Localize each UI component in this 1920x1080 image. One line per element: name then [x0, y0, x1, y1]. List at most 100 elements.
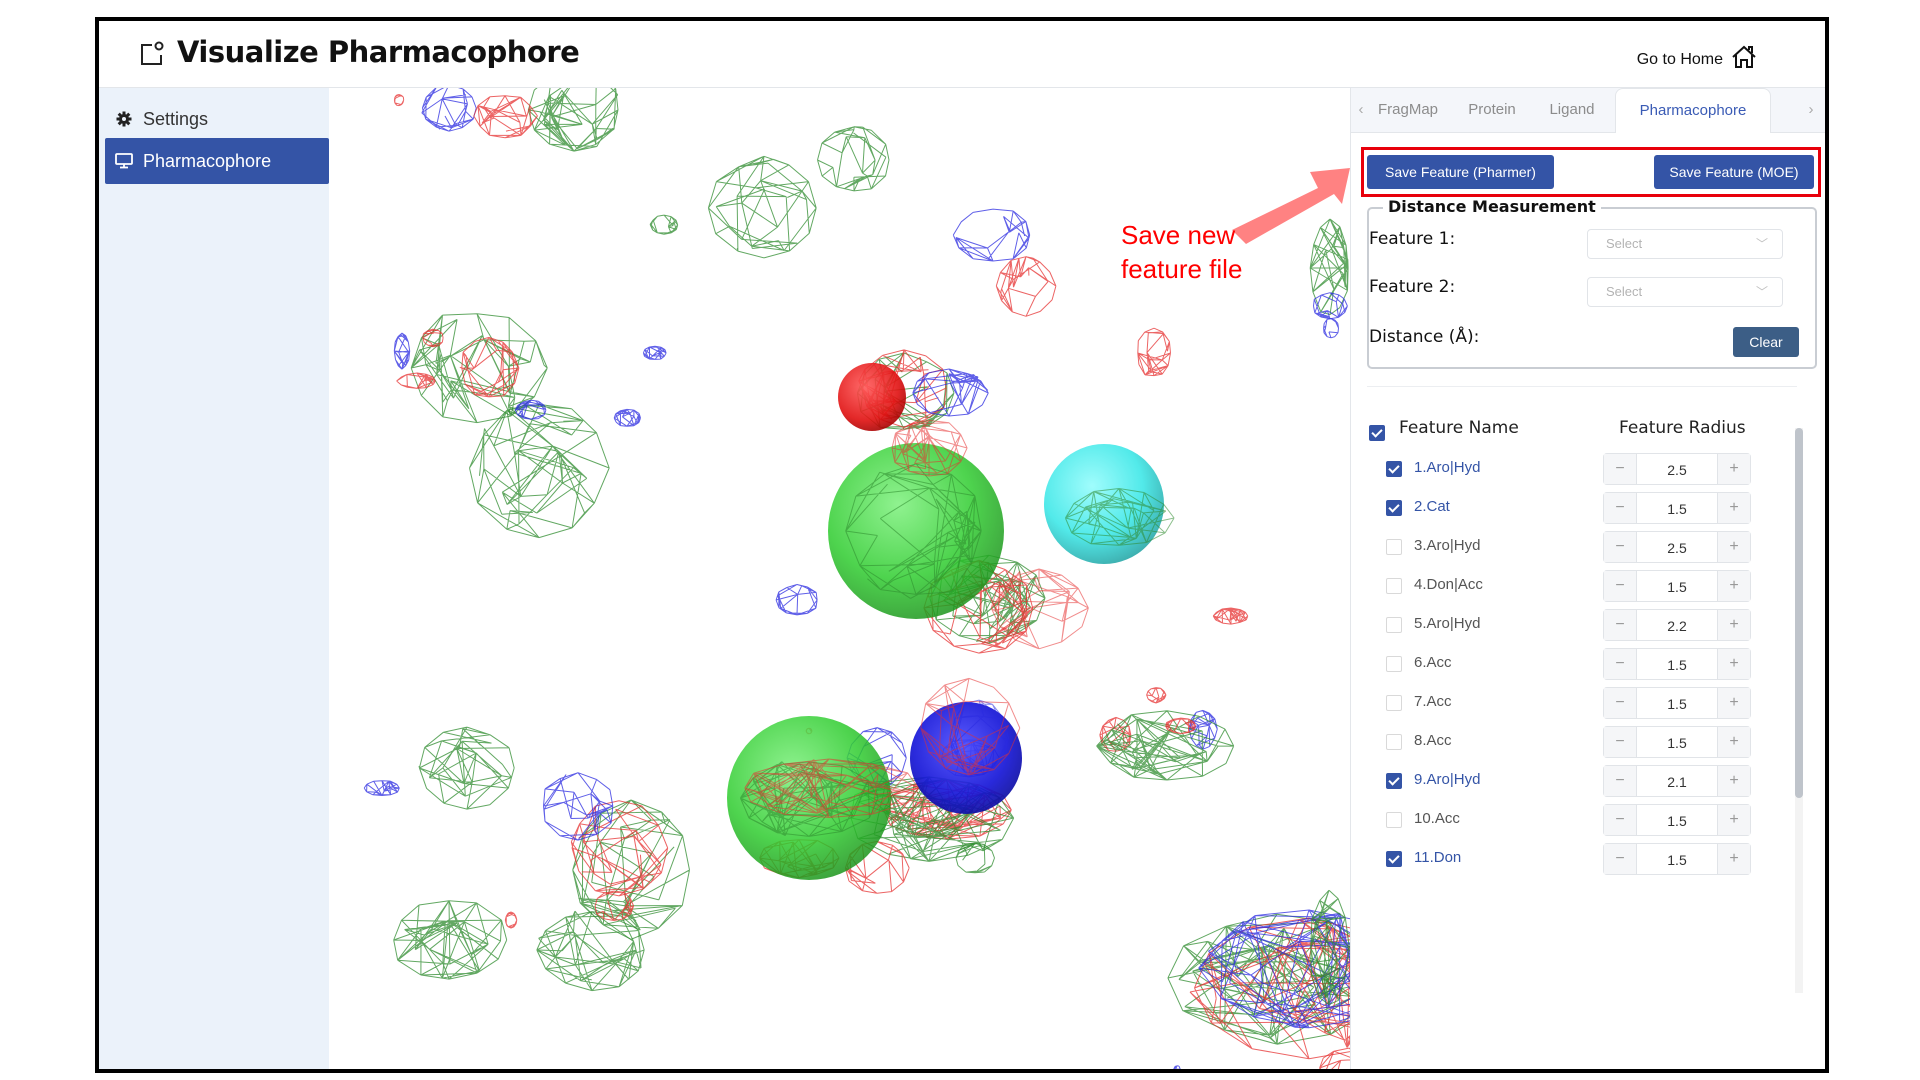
- divider: [1367, 386, 1797, 387]
- feature-radius-value[interactable]: 2.5: [1637, 532, 1717, 562]
- monitor-icon: [115, 152, 133, 170]
- feature-row: 1.Aro|Hyd −2.5 +: [1351, 453, 1825, 487]
- feature-name[interactable]: 7.Acc: [1414, 693, 1452, 710]
- sidebar: Settings Pharmacophore: [99, 88, 329, 1069]
- chevron-left-icon[interactable]: ‹: [1353, 88, 1369, 132]
- chevron-right-icon[interactable]: ›: [1803, 88, 1819, 132]
- increment-button[interactable]: +: [1717, 610, 1750, 640]
- increment-button[interactable]: +: [1717, 493, 1750, 523]
- save-feature-moe-button[interactable]: Save Feature (MOE): [1654, 155, 1814, 189]
- feature-radius-stepper[interactable]: −1.5 +: [1603, 648, 1751, 680]
- distance-measurement-group: Distance Measurement Feature 1: Select ﹀…: [1367, 197, 1817, 369]
- feature-checkbox[interactable]: [1386, 734, 1402, 750]
- app-header: Visualize Pharmacophore Go to Home: [99, 21, 1825, 88]
- feature-name[interactable]: 6.Acc: [1414, 654, 1452, 671]
- tab-protein[interactable]: Protein: [1459, 88, 1525, 132]
- decrement-button[interactable]: −: [1604, 454, 1637, 484]
- aromatic-hydrophobic-sphere[interactable]: [828, 443, 1004, 619]
- save-feature-pharmer-button[interactable]: Save Feature (Pharmer): [1367, 155, 1554, 189]
- increment-button[interactable]: +: [1717, 532, 1750, 562]
- increment-button[interactable]: +: [1717, 844, 1750, 874]
- feature-radius-stepper[interactable]: −2.2 +: [1603, 609, 1751, 641]
- feature-checkbox[interactable]: [1386, 539, 1402, 555]
- feature-radius-stepper[interactable]: −1.5 +: [1603, 570, 1751, 602]
- decrement-button[interactable]: −: [1604, 649, 1637, 679]
- feature-radius-value[interactable]: 1.5: [1637, 805, 1717, 835]
- feature-radius-stepper[interactable]: −1.5 +: [1603, 843, 1751, 875]
- feature-radius-stepper[interactable]: −1.5 +: [1603, 492, 1751, 524]
- feature-radius-value[interactable]: 2.5: [1637, 454, 1717, 484]
- feature-checkbox[interactable]: [1386, 812, 1402, 828]
- feature-list-scrollbar[interactable]: [1795, 428, 1803, 993]
- feature2-select[interactable]: Select ﹀: [1587, 277, 1783, 307]
- feature-radius-stepper[interactable]: −2.5 +: [1603, 531, 1751, 563]
- increment-button[interactable]: +: [1717, 805, 1750, 835]
- tab-fragmap[interactable]: FragMap: [1373, 88, 1443, 132]
- decrement-button[interactable]: −: [1604, 766, 1637, 796]
- decrement-button[interactable]: −: [1604, 727, 1637, 757]
- feature-name[interactable]: 10.Acc: [1414, 810, 1460, 827]
- clear-button[interactable]: Clear: [1733, 327, 1799, 357]
- feature-radius-value[interactable]: 1.5: [1637, 493, 1717, 523]
- feature-name[interactable]: 4.Don|Acc: [1414, 576, 1483, 593]
- feature-radius-stepper[interactable]: −2.5 +: [1603, 453, 1751, 485]
- feature-radius-stepper[interactable]: −2.1 +: [1603, 765, 1751, 797]
- increment-button[interactable]: +: [1717, 688, 1750, 718]
- fragmap-mesh: [393, 332, 411, 370]
- sidebar-item-settings[interactable]: Settings: [105, 96, 329, 142]
- feature-name[interactable]: 8.Acc: [1414, 732, 1452, 749]
- feature-radius-stepper[interactable]: −1.5 +: [1603, 726, 1751, 758]
- feature-radius-value[interactable]: 1.5: [1637, 727, 1717, 757]
- feature-checkbox[interactable]: [1386, 656, 1402, 672]
- increment-button[interactable]: +: [1717, 454, 1750, 484]
- feature-radius-value[interactable]: 1.5: [1637, 688, 1717, 718]
- feature1-label: Feature 1:: [1369, 229, 1456, 249]
- feature-checkbox[interactable]: [1386, 617, 1402, 633]
- increment-button[interactable]: +: [1717, 727, 1750, 757]
- feature-name[interactable]: 2.Cat: [1414, 498, 1450, 515]
- feature1-select-value: Select: [1606, 236, 1643, 251]
- aromatic-hydrophobic-sphere[interactable]: [727, 716, 891, 880]
- feature-radius-value[interactable]: 1.5: [1637, 571, 1717, 601]
- feature-checkbox[interactable]: [1386, 851, 1402, 867]
- feature-name[interactable]: 9.Aro|Hyd: [1414, 771, 1480, 788]
- decrement-button[interactable]: −: [1604, 493, 1637, 523]
- decrement-button[interactable]: −: [1604, 844, 1637, 874]
- annotation-line-1: Save new: [1121, 220, 1236, 250]
- decrement-button[interactable]: −: [1604, 571, 1637, 601]
- feature-radius-value[interactable]: 1.5: [1637, 844, 1717, 874]
- increment-button[interactable]: +: [1717, 766, 1750, 796]
- page-title: Visualize Pharmacophore: [177, 35, 580, 69]
- acceptor-sphere[interactable]: [838, 363, 906, 431]
- feature-row: 10.Acc −1.5 +: [1351, 804, 1825, 838]
- feature-name[interactable]: 5.Aro|Hyd: [1414, 615, 1480, 632]
- scrollbar-thumb[interactable]: [1795, 428, 1803, 798]
- feature-checkbox[interactable]: [1386, 578, 1402, 594]
- decrement-button[interactable]: −: [1604, 532, 1637, 562]
- select-all-checkbox[interactable]: [1369, 425, 1385, 441]
- increment-button[interactable]: +: [1717, 649, 1750, 679]
- feature-radius-value[interactable]: 2.1: [1637, 766, 1717, 796]
- feature-radius-stepper[interactable]: −1.5 +: [1603, 804, 1751, 836]
- fragmap-mesh: [952, 208, 1031, 262]
- feature-checkbox[interactable]: [1386, 500, 1402, 516]
- feature-checkbox[interactable]: [1386, 461, 1402, 477]
- feature-checkbox[interactable]: [1386, 695, 1402, 711]
- decrement-button[interactable]: −: [1604, 610, 1637, 640]
- go-to-home-link[interactable]: Go to Home: [1637, 45, 1757, 74]
- feature1-select[interactable]: Select ﹀: [1587, 229, 1783, 259]
- feature-radius-value[interactable]: 1.5: [1637, 649, 1717, 679]
- increment-button[interactable]: +: [1717, 571, 1750, 601]
- sidebar-item-pharmacophore[interactable]: Pharmacophore: [105, 138, 329, 184]
- feature-name[interactable]: 3.Aro|Hyd: [1414, 537, 1480, 554]
- feature-radius-value[interactable]: 2.2: [1637, 610, 1717, 640]
- tab-pharmacophore[interactable]: Pharmacophore: [1615, 88, 1771, 133]
- annotation-text: Save new feature file: [1121, 218, 1242, 286]
- feature-name[interactable]: 1.Aro|Hyd: [1414, 459, 1480, 476]
- feature-radius-stepper[interactable]: −1.5 +: [1603, 687, 1751, 719]
- decrement-button[interactable]: −: [1604, 805, 1637, 835]
- feature-name[interactable]: 11.Don: [1414, 849, 1461, 866]
- feature-checkbox[interactable]: [1386, 773, 1402, 789]
- decrement-button[interactable]: −: [1604, 688, 1637, 718]
- tab-ligand[interactable]: Ligand: [1541, 88, 1603, 132]
